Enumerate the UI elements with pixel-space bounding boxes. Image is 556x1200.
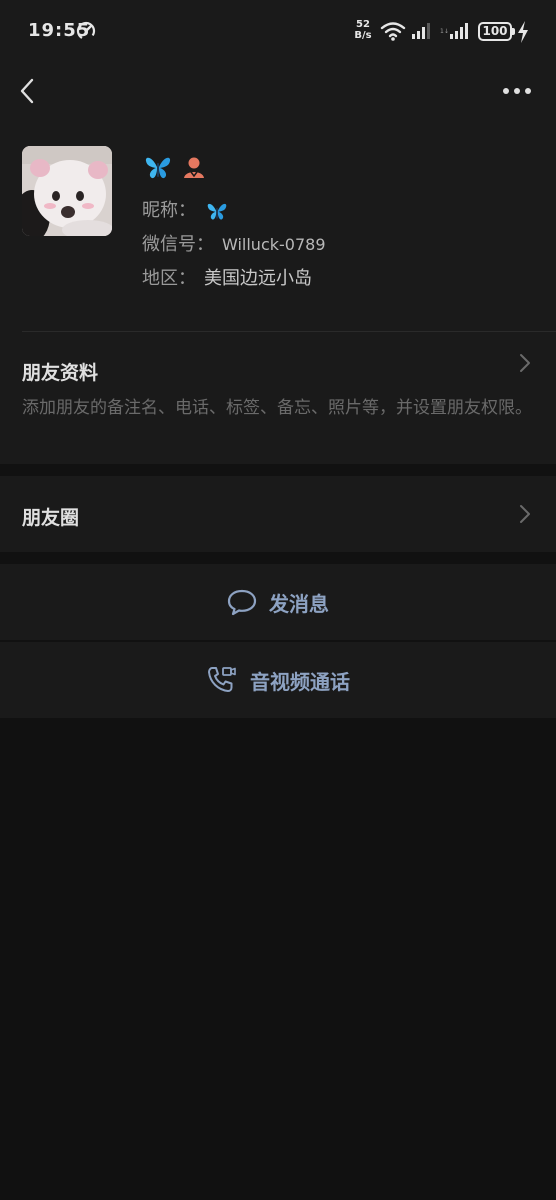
friend-info-title: 朋友资料 <box>22 362 99 384</box>
battery-indicator: 100 <box>478 22 512 41</box>
wechat-id-value[interactable]: Willuck-0789 <box>222 235 326 254</box>
chevron-left-icon[interactable] <box>16 76 40 106</box>
female-person-icon <box>184 157 204 178</box>
chevron-right-icon <box>520 354 530 372</box>
region-value: 美国边远小岛 <box>204 268 312 289</box>
butterfly-icon <box>207 203 227 220</box>
avatar[interactable] <box>22 146 112 236</box>
phone-video-icon <box>208 667 236 692</box>
charging-icon <box>518 21 528 43</box>
wechat-id-line: 微信号： Willuck-0789 <box>142 230 326 256</box>
chat-bubble-icon <box>227 589 257 616</box>
moments-row[interactable]: 朋友圈 <box>0 476 556 552</box>
send-message-button[interactable]: 发消息 <box>0 564 556 640</box>
moments-title: 朋友圈 <box>22 507 80 529</box>
signal-icon <box>412 23 430 39</box>
network-speed-value: 52 <box>356 19 370 30</box>
region-line: 地区： 美国边远小岛 <box>142 264 312 290</box>
send-message-label: 发消息 <box>269 591 329 616</box>
wechat-id-label: 微信号： <box>142 234 214 255</box>
svg-text:1↓: 1↓ <box>440 28 449 35</box>
network-speed: 52 B/s <box>352 19 374 41</box>
wifi-icon <box>380 22 406 41</box>
profile-header: 昵称： 微信号： Willuck-0789 地区： 美国边远小岛 <box>0 130 556 332</box>
contact-profile-screen: 19:55 52 B/s 1↓ 100 昵称： 微信号： Willuck-078… <box>0 0 556 1200</box>
chevron-right-icon <box>520 505 530 523</box>
nickname-line: 昵称： <box>142 196 228 222</box>
voice-video-call-label: 音视频通话 <box>250 669 350 694</box>
top-navigation-bar <box>0 64 556 130</box>
battery-tip <box>512 28 515 35</box>
friend-info-description: 添加朋友的备注名、电话、标签、备忘、照片等，并设置朋友权限。 <box>22 398 532 418</box>
friend-info-row[interactable]: 朋友资料 添加朋友的备注名、电话、标签、备忘、照片等，并设置朋友权限。 <box>0 332 556 464</box>
speedometer-icon <box>76 21 96 41</box>
butterfly-icon <box>145 157 171 179</box>
avatar-image <box>22 146 112 236</box>
signal-icon: 1↓ <box>440 23 468 39</box>
nickname-label: 昵称： <box>142 200 196 221</box>
region-label: 地区： <box>142 268 196 289</box>
display-name-row <box>144 152 206 182</box>
more-dots-icon[interactable] <box>502 86 532 96</box>
network-speed-unit: B/s <box>354 30 372 41</box>
status-bar: 19:55 52 B/s 1↓ 100 <box>0 0 556 64</box>
voice-video-call-button[interactable]: 音视频通话 <box>0 642 556 718</box>
